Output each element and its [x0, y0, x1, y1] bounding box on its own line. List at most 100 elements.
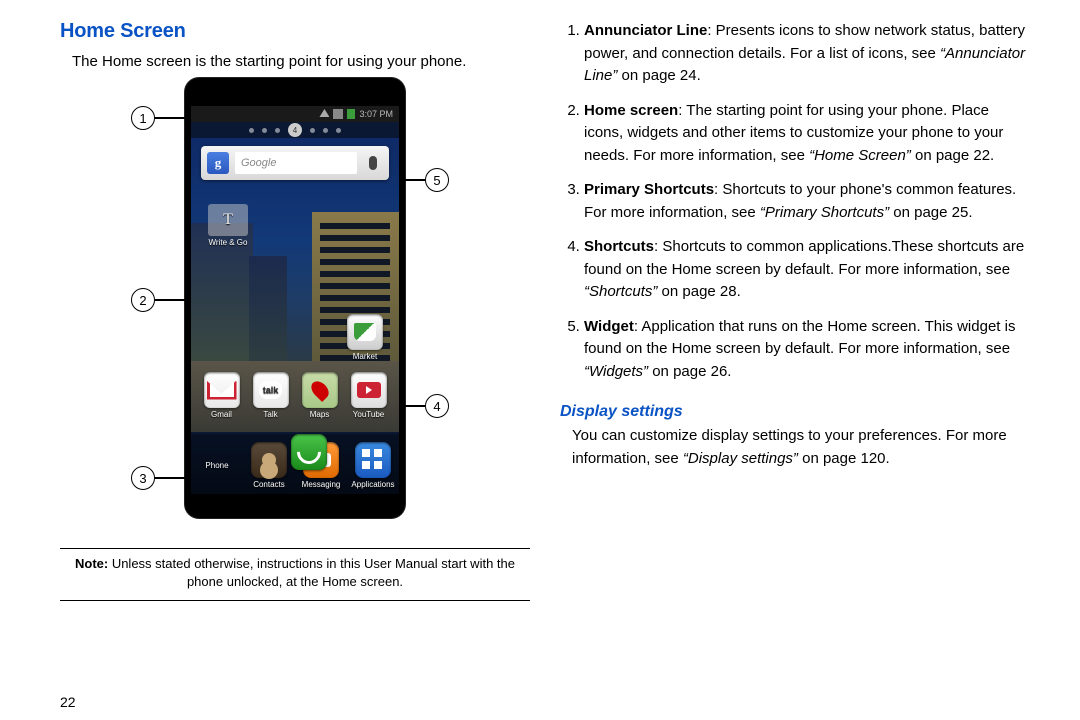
sub-text-b: on page 120. — [798, 450, 890, 467]
definition-list: Annunciator Line: Presents icons to show… — [560, 20, 1030, 395]
market-icon — [347, 314, 383, 350]
youtube-icon — [351, 372, 387, 408]
term: Annunciator Line — [584, 22, 707, 39]
term: Home screen — [584, 102, 678, 119]
pager-dot — [262, 128, 267, 133]
widget-label: Write & Go — [209, 238, 248, 247]
note-label: Note: — [75, 556, 108, 571]
app-talk[interactable]: Talk — [249, 372, 293, 428]
cross-ref: “Home Screen” — [809, 147, 911, 164]
search-field[interactable]: Google — [235, 152, 357, 174]
cross-ref: “Widgets” — [584, 363, 648, 380]
app-label: Market — [353, 352, 377, 361]
write-and-go-widget[interactable]: T Write & Go — [201, 204, 255, 247]
divider — [60, 600, 530, 601]
term: Shortcuts — [584, 238, 654, 255]
page: Home Screen The Home screen is the start… — [0, 0, 1080, 720]
shortcut-row-upper: Market — [197, 314, 393, 370]
def-text: : Application that runs on the Home scre… — [584, 318, 1015, 358]
battery-icon — [347, 109, 355, 119]
callout-line — [405, 179, 425, 181]
dock-phone[interactable]: Phone — [195, 461, 239, 470]
maps-icon — [302, 372, 338, 408]
app-gmail[interactable]: Gmail — [200, 372, 244, 428]
term: Primary Shortcuts — [584, 181, 714, 198]
pager-dot — [249, 128, 254, 133]
callout-line — [405, 405, 425, 407]
annunciator-line: 3:07 PM — [191, 106, 399, 122]
right-column: Annunciator Line: Presents icons to show… — [560, 20, 1030, 710]
term: Widget — [584, 318, 634, 335]
google-logo-icon: g — [207, 152, 229, 174]
callout-5: 5 — [405, 168, 449, 192]
callout-line — [155, 117, 185, 119]
app-label: Talk — [263, 410, 277, 419]
definition-item-1: Annunciator Line: Presents icons to show… — [584, 20, 1030, 88]
talk-icon — [253, 372, 289, 408]
note-block: Note: Unless stated otherwise, instructi… — [60, 555, 530, 590]
cross-ref: “Primary Shortcuts” — [760, 204, 889, 221]
pager-dot — [310, 128, 315, 133]
cross-ref: “Shortcuts” — [584, 283, 657, 300]
section-heading: Home Screen — [60, 20, 530, 43]
pager-dot-current: 4 — [288, 123, 302, 137]
wifi-icon — [319, 109, 329, 119]
voice-search-icon[interactable] — [363, 152, 383, 174]
callout-line — [155, 299, 185, 301]
def-tail: on page 26. — [648, 363, 731, 380]
app-maps[interactable]: Maps — [298, 372, 342, 428]
note-text: Unless stated otherwise, instructions in… — [108, 556, 515, 589]
callout-2: 2 — [131, 288, 185, 312]
callout-4: 4 — [405, 394, 449, 418]
definition-item-5: Widget: Application that runs on the Hom… — [584, 316, 1030, 384]
divider — [60, 548, 530, 549]
intro-text: The Home screen is the starting point fo… — [72, 53, 530, 70]
app-youtube[interactable]: YouTube — [347, 372, 391, 428]
pager-dot — [336, 128, 341, 133]
app-label: Gmail — [211, 410, 232, 419]
pager-dot — [323, 128, 328, 133]
pager-dot — [275, 128, 280, 133]
callout-bubble: 4 — [425, 394, 449, 418]
subsection-heading: Display settings — [560, 403, 1030, 421]
page-number: 22 — [60, 678, 530, 710]
left-column: Home Screen The Home screen is the start… — [60, 20, 530, 710]
phone-device: 3:07 PM 4 — [185, 78, 405, 518]
def-tail: on page 22. — [911, 147, 994, 164]
phone-figure: 1 2 3 5 4 — [85, 78, 505, 538]
app-label: Maps — [310, 410, 330, 419]
google-search-widget[interactable]: g Google — [201, 146, 389, 180]
callout-1: 1 — [131, 106, 185, 130]
page-indicator: 4 — [191, 122, 399, 138]
callout-line — [155, 477, 185, 479]
def-tail: on page 24. — [617, 67, 700, 84]
app-label: Phone — [205, 461, 228, 470]
callout-bubble: 2 — [131, 288, 155, 312]
def-tail: on page 28. — [657, 283, 740, 300]
primary-shortcuts-dock: Phone Contacts Messaging Applicatio — [191, 434, 399, 494]
definition-item-2: Home screen: The starting point for usin… — [584, 100, 1030, 168]
callout-bubble: 1 — [131, 106, 155, 130]
contacts-icon — [251, 442, 287, 478]
app-label: Applications — [351, 480, 394, 489]
app-label: Contacts — [253, 480, 285, 489]
gmail-icon — [204, 372, 240, 408]
callout-3: 3 — [131, 466, 185, 490]
cross-ref: “Display settings” — [683, 450, 798, 467]
write-and-go-icon: T — [208, 204, 248, 236]
app-label: Messaging — [302, 480, 341, 489]
apps-grid-icon — [355, 442, 391, 478]
dock-contacts[interactable]: Contacts — [247, 442, 291, 489]
phone-icon — [291, 434, 327, 470]
status-time: 3:07 PM — [359, 109, 393, 119]
app-label: YouTube — [353, 410, 384, 419]
shortcut-row: Gmail Talk Maps YouTube — [197, 372, 393, 428]
definition-item-4: Shortcuts: Shortcuts to common applicati… — [584, 236, 1030, 304]
callout-bubble: 5 — [425, 168, 449, 192]
app-market[interactable]: Market — [343, 314, 387, 370]
signal-icon — [333, 109, 343, 119]
callout-bubble: 3 — [131, 466, 155, 490]
dock-applications[interactable]: Applications — [351, 442, 395, 489]
definition-item-3: Primary Shortcuts: Shortcuts to your pho… — [584, 179, 1030, 224]
phone-screen: 3:07 PM 4 — [191, 106, 399, 494]
